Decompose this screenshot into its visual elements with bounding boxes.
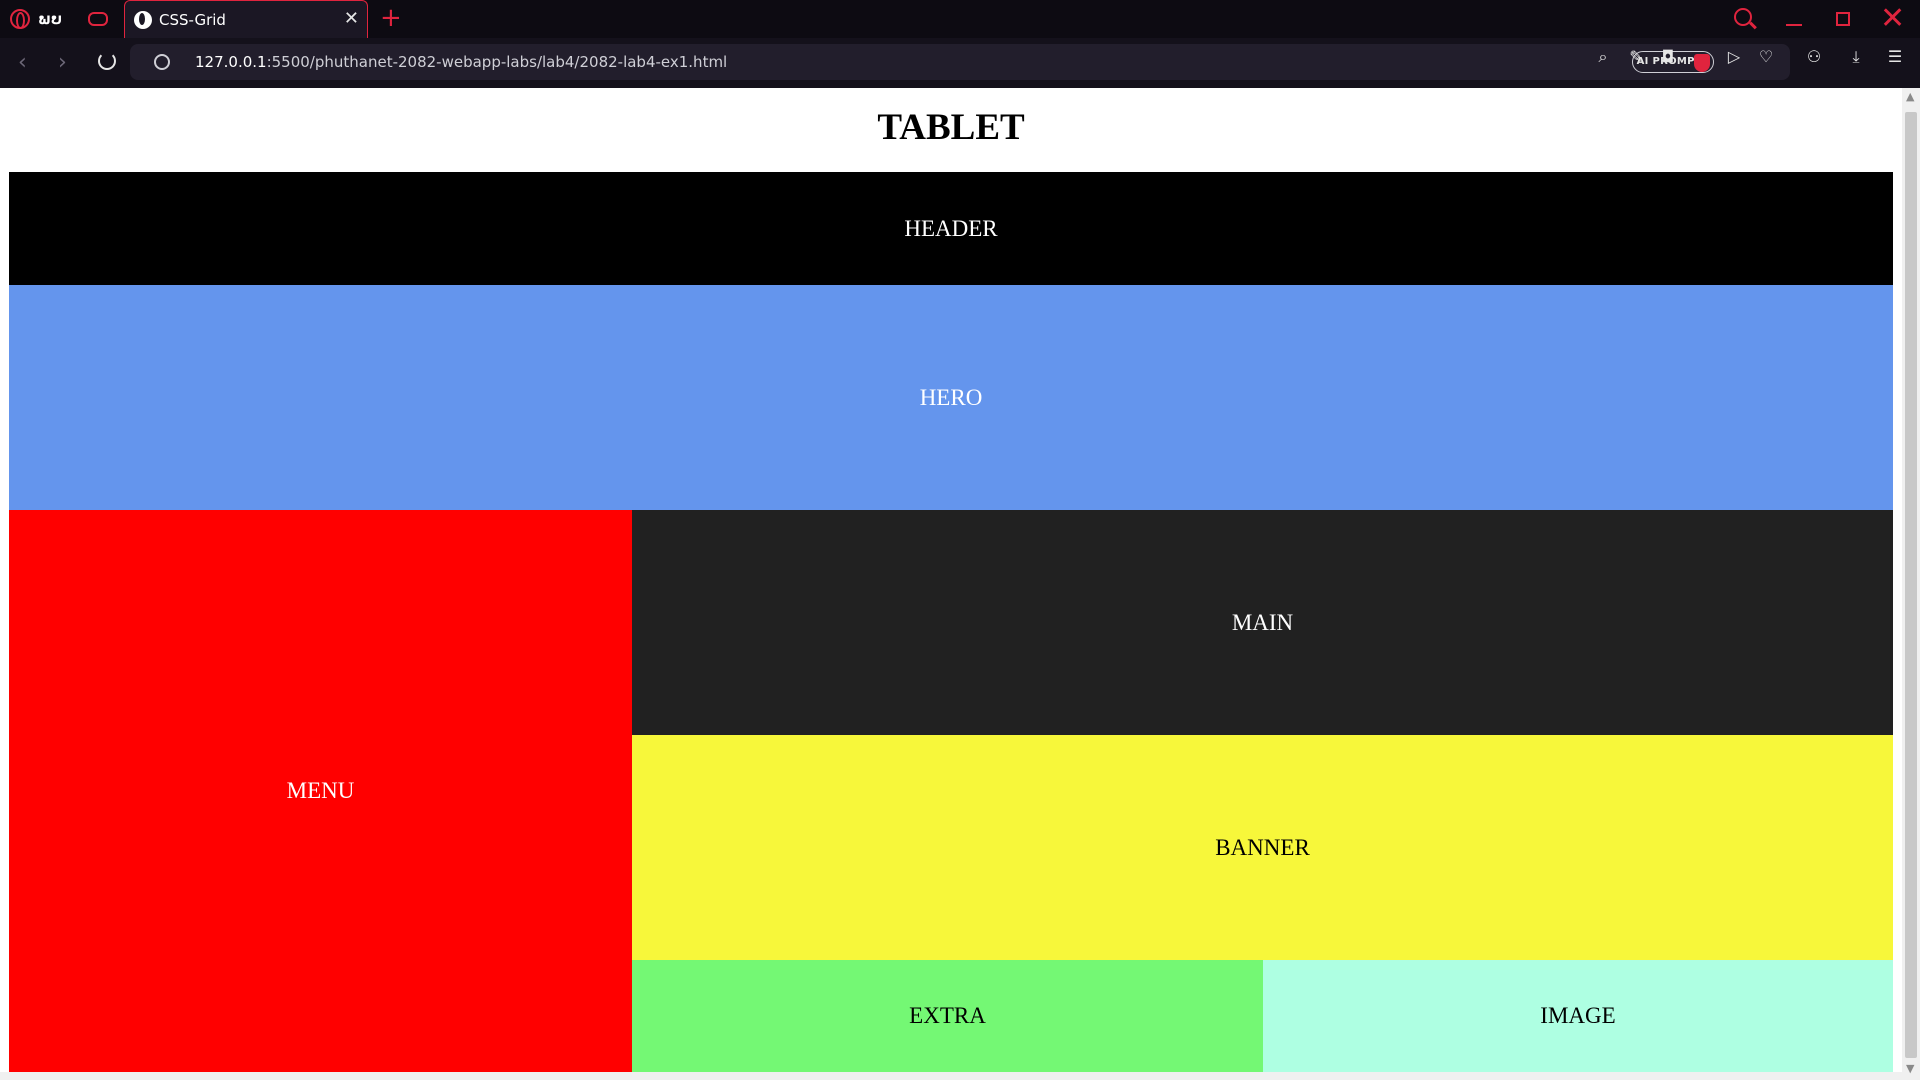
url-host: 127.0.0.1 xyxy=(195,53,267,71)
page-viewport: TABLET HEADER HERO MENU MAIN BANNER EXTR… xyxy=(0,88,1920,1080)
minimize-window-button[interactable] xyxy=(1786,24,1802,26)
camera-icon[interactable]: ◘ xyxy=(1659,48,1677,66)
scroll-down-arrow-icon[interactable]: ▼ xyxy=(1906,1062,1914,1075)
back-button[interactable]: ‹ xyxy=(18,50,27,76)
new-tab-button[interactable]: + xyxy=(380,4,402,32)
page-title: TABLET xyxy=(877,107,1025,148)
horizontal-scroll-track xyxy=(0,1072,1902,1080)
tab-bar: ພບ CSS-Grid ✕ + ✕ xyxy=(0,0,1920,38)
download-icon[interactable]: ⤓ xyxy=(1847,48,1865,66)
search-page-icon[interactable]: ⌕ xyxy=(1594,48,1612,66)
tab-close-icon[interactable]: ✕ xyxy=(344,9,359,29)
navigation-bar: ‹ › 127.0.0.1:5500/phuthanet-2082-webapp… xyxy=(0,38,1920,88)
grid-area-banner: BANNER xyxy=(632,735,1893,960)
tab-css-grid[interactable]: CSS-Grid ✕ xyxy=(124,0,368,38)
grid-area-menu: MENU xyxy=(9,510,632,1072)
grid-area-header: HEADER xyxy=(9,172,1893,285)
edit-icon[interactable]: ✎ xyxy=(1627,48,1645,66)
maximize-window-button[interactable] xyxy=(1836,12,1850,26)
grid-area-extra: EXTRA xyxy=(632,960,1263,1072)
opera-logo-icon[interactable] xyxy=(10,9,30,29)
grid-area-main: MAIN xyxy=(632,510,1893,735)
tab-search-icon[interactable] xyxy=(1734,8,1752,26)
reload-icon[interactable] xyxy=(98,52,116,70)
send-icon[interactable]: ▷ xyxy=(1725,48,1743,66)
address-bar[interactable]: 127.0.0.1:5500/phuthanet-2082-webapp-lab… xyxy=(130,44,1790,80)
tab-title: CSS-Grid xyxy=(159,11,226,29)
gamepad-icon[interactable] xyxy=(88,12,108,26)
workspace-label[interactable]: ພບ xyxy=(38,10,62,28)
scroll-up-arrow-icon[interactable]: ▲ xyxy=(1906,90,1914,103)
site-info-icon[interactable] xyxy=(154,54,170,70)
ad-blocker-shield-icon[interactable] xyxy=(1694,54,1710,72)
close-window-button[interactable]: ✕ xyxy=(1880,2,1905,36)
scrollbar-thumb[interactable] xyxy=(1905,112,1917,1058)
url-path: :5500/phuthanet-2082-webapp-labs/lab4/20… xyxy=(266,53,728,71)
easy-setup-icon[interactable]: ☰ xyxy=(1886,48,1904,66)
globe-icon xyxy=(134,11,152,29)
grid-area-image: IMAGE xyxy=(1263,960,1893,1072)
forward-button[interactable]: › xyxy=(58,50,67,76)
profile-icon[interactable]: ⚇ xyxy=(1805,48,1823,66)
grid-area-hero: HERO xyxy=(9,285,1893,510)
vertical-scrollbar[interactable]: ▲ ▼ xyxy=(1902,88,1920,1080)
heart-icon[interactable]: ♡ xyxy=(1757,48,1775,66)
url-text[interactable]: 127.0.0.1:5500/phuthanet-2082-webapp-lab… xyxy=(195,53,727,71)
